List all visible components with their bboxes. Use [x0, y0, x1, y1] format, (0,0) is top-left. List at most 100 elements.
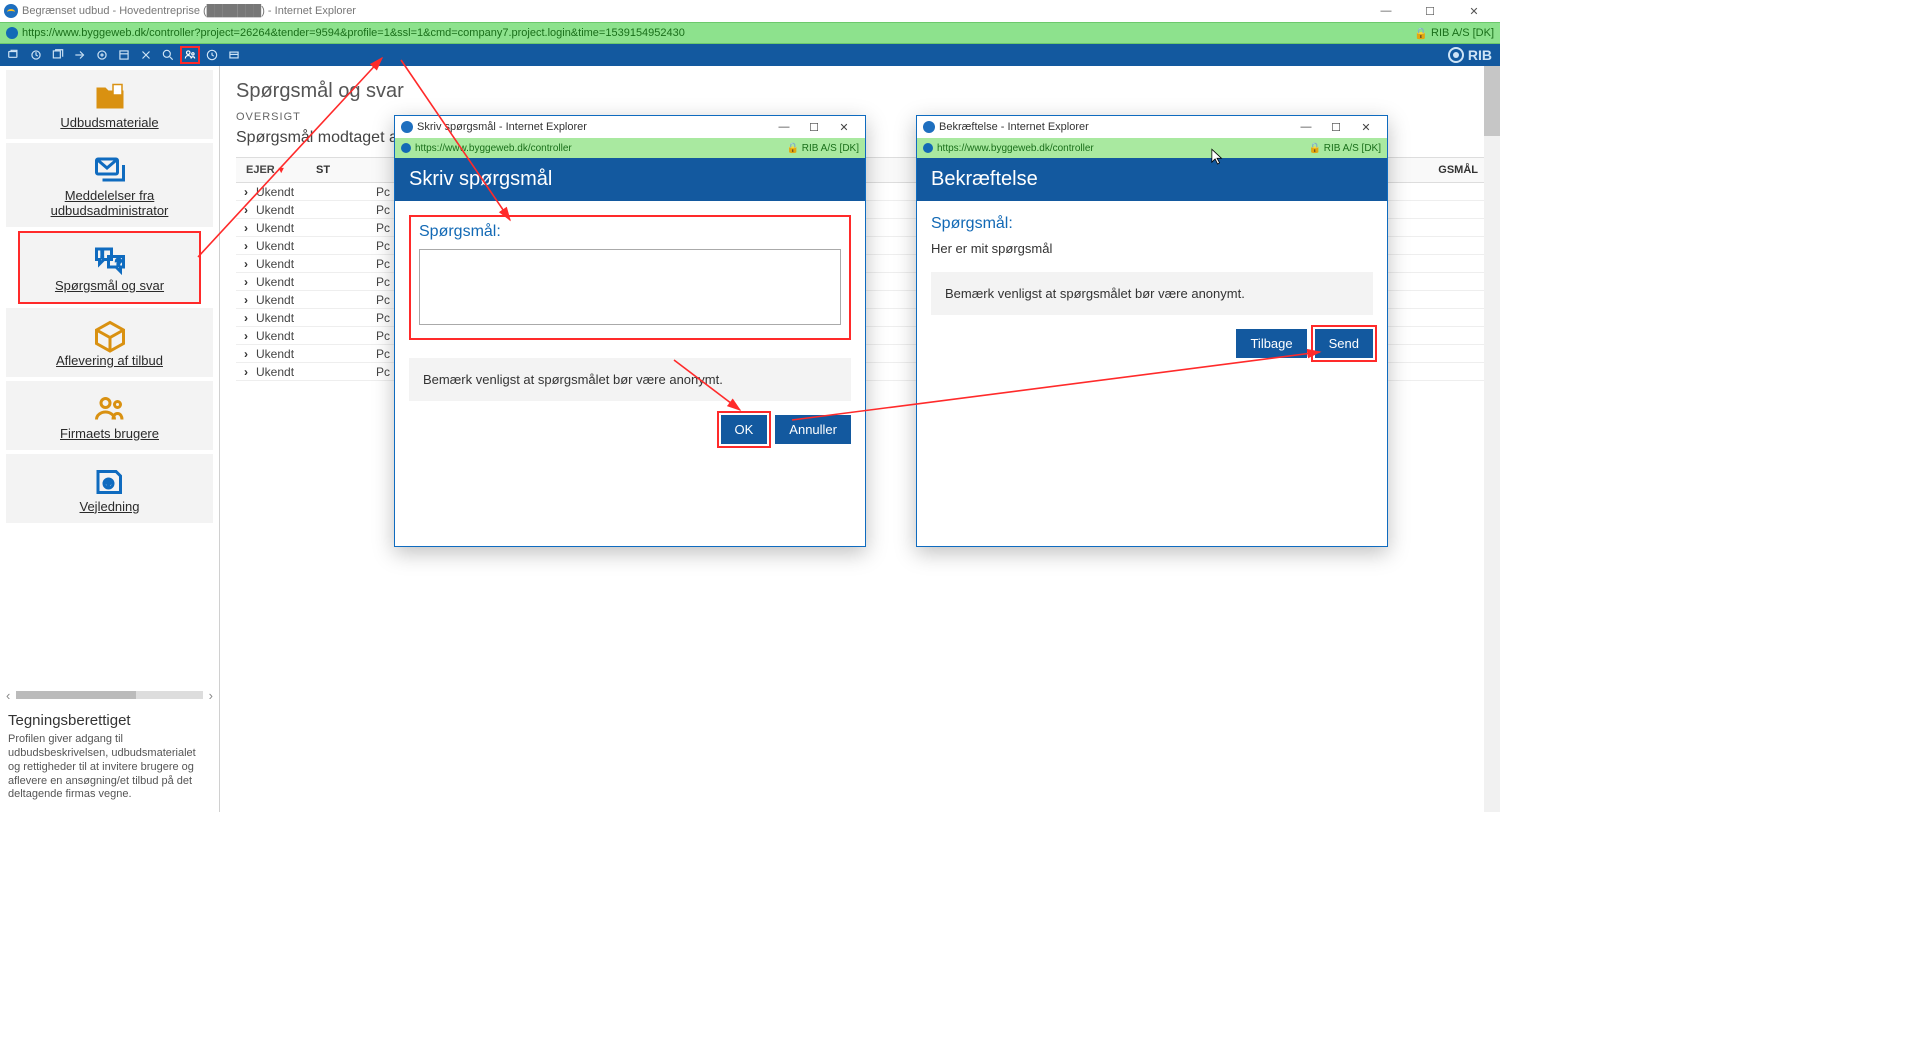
sidebar-item-5[interactable]: ? Vejledning: [6, 454, 213, 523]
expand-icon[interactable]: ›: [236, 365, 256, 379]
popup2-address-bar: https://www.byggeweb.dk/controller 🔒 RIB…: [917, 138, 1387, 158]
site-icon: [6, 27, 18, 39]
app-toolbar: RIB: [0, 44, 1500, 66]
popup2-sample-text: Her er mit spørgsmål: [931, 241, 1373, 256]
messages-icon: [92, 153, 128, 185]
toolbar-btn-1[interactable]: [4, 46, 24, 64]
question-input-frame: Spørgsmål:: [409, 215, 851, 340]
popup1-address-bar: https://www.byggeweb.dk/controller 🔒 RIB…: [395, 138, 865, 158]
expand-icon[interactable]: ›: [236, 203, 256, 217]
expand-icon[interactable]: ›: [236, 257, 256, 271]
main-vert-scroll[interactable]: [1484, 66, 1500, 812]
svg-text:?: ?: [106, 479, 110, 488]
site-icon: [923, 143, 933, 153]
expand-icon[interactable]: ›: [236, 275, 256, 289]
expand-icon[interactable]: ›: [236, 293, 256, 307]
cell-owner: Ukendt: [256, 203, 376, 217]
toolbar-btn-10[interactable]: [202, 46, 222, 64]
sidebar-item-label: Aflevering af tilbud: [12, 354, 207, 369]
popup2-close-button[interactable]: ✕: [1351, 117, 1381, 137]
users-icon: [92, 391, 128, 423]
cancel-button[interactable]: Annuller: [775, 415, 851, 444]
lock-icon: 🔒: [1309, 143, 1321, 154]
svg-text:?: ?: [116, 257, 121, 267]
popup-confirm: Bekræftelse - Internet Explorer — ☐ ✕ ht…: [916, 115, 1388, 547]
expand-icon[interactable]: ›: [236, 311, 256, 325]
package-icon: [92, 318, 128, 350]
svg-text:!: !: [101, 250, 104, 260]
page-title: Spørgsmål og svar: [220, 66, 1500, 107]
browser-titlebar: Begrænset udbud - Hovedentreprise (█████…: [0, 0, 1500, 22]
popup1-close-button[interactable]: ✕: [829, 117, 859, 137]
cell-owner: Ukendt: [256, 347, 376, 361]
sidebar-item-1[interactable]: Meddelelser fra udbudsadministrator: [6, 143, 213, 227]
sidebar: Udbudsmateriale Meddelelser fra udbudsadm…: [0, 66, 220, 812]
expand-icon[interactable]: ›: [236, 185, 256, 199]
toolbar-btn-7[interactable]: [136, 46, 156, 64]
popup1-min-button[interactable]: —: [769, 117, 799, 137]
back-button[interactable]: Tilbage: [1236, 329, 1306, 358]
sidebar-item-0[interactable]: Udbudsmateriale: [6, 70, 213, 139]
toolbar-btn-11[interactable]: [224, 46, 244, 64]
cell-owner: Ukendt: [256, 311, 376, 325]
maximize-button[interactable]: ☐: [1408, 1, 1452, 21]
sidebar-item-label: Vejledning: [12, 500, 207, 515]
cell-owner: Ukendt: [256, 293, 376, 307]
popup1-title: Skriv spørgsmål - Internet Explorer: [417, 121, 587, 133]
brand-icon: [1448, 47, 1464, 63]
close-button[interactable]: ✕: [1452, 1, 1496, 21]
popup2-header: Bekræftelse: [917, 158, 1387, 201]
ie-logo-icon: [4, 4, 18, 18]
help-icon: ?: [92, 464, 128, 496]
popup2-titlebar: Bekræftelse - Internet Explorer — ☐ ✕: [917, 116, 1387, 138]
expand-icon[interactable]: ›: [236, 221, 256, 235]
popup2-cert: RIB A/S [DK]: [1324, 143, 1381, 154]
url-text[interactable]: https://www.byggeweb.dk/controller?proje…: [22, 27, 1414, 39]
popup1-max-button[interactable]: ☐: [799, 117, 829, 137]
lock-icon: 🔒: [787, 143, 799, 154]
sidebar-item-3[interactable]: Aflevering af tilbud: [6, 308, 213, 377]
toolbar-btn-2[interactable]: [26, 46, 46, 64]
toolbar-btn-write-question[interactable]: [180, 46, 200, 64]
sidebar-item-label: Udbudsmateriale: [12, 116, 207, 131]
popup1-cert: RIB A/S [DK]: [802, 143, 859, 154]
scroll-left-icon[interactable]: ‹: [6, 688, 10, 703]
popup2-title: Bekræftelse - Internet Explorer: [939, 121, 1089, 133]
sidebar-horiz-scroll[interactable]: ‹ ›: [0, 688, 219, 702]
toolbar-btn-4[interactable]: [70, 46, 90, 64]
cell-owner: Ukendt: [256, 275, 376, 289]
cell-owner: Ukendt: [256, 365, 376, 379]
toolbar-btn-8[interactable]: [158, 46, 178, 64]
col-ejer[interactable]: EJER▼: [236, 164, 316, 176]
popup2-min-button[interactable]: —: [1291, 117, 1321, 137]
expand-icon[interactable]: ›: [236, 329, 256, 343]
question-textarea[interactable]: [419, 249, 841, 325]
brand: RIB: [1448, 47, 1492, 63]
popup2-max-button[interactable]: ☐: [1321, 117, 1351, 137]
cell-owner: Ukendt: [256, 239, 376, 253]
send-button[interactable]: Send: [1315, 329, 1373, 358]
mouse-cursor-icon: [1210, 148, 1224, 166]
toolbar-btn-3[interactable]: [48, 46, 68, 64]
cell-owner: Ukendt: [256, 185, 376, 199]
ok-button[interactable]: OK: [721, 415, 768, 444]
popup2-label: Spørgsmål:: [931, 215, 1373, 233]
folder-icon: [92, 80, 128, 112]
expand-icon[interactable]: ›: [236, 347, 256, 361]
sidebar-item-label: Meddelelser fra udbudsadministrator: [12, 189, 207, 219]
popup1-titlebar: Skriv spørgsmål - Internet Explorer — ☐ …: [395, 116, 865, 138]
sidebar-item-2[interactable]: !?Spørgsmål og svar: [18, 231, 201, 304]
popup1-header: Skriv spørgsmål: [395, 158, 865, 201]
minimize-button[interactable]: —: [1364, 1, 1408, 21]
cert-badge: 🔒RIB A/S [DK]: [1414, 27, 1494, 40]
sidebar-footer-text: Profilen giver adgang til udbudsbeskrive…: [0, 733, 219, 812]
sidebar-item-4[interactable]: Firmaets brugere: [6, 381, 213, 450]
sidebar-item-label: Firmaets brugere: [12, 427, 207, 442]
address-bar: https://www.byggeweb.dk/controller?proje…: [0, 22, 1500, 44]
expand-icon[interactable]: ›: [236, 239, 256, 253]
popup-write-question: Skriv spørgsmål - Internet Explorer — ☐ …: [394, 115, 866, 547]
popup1-notice: Bemærk venligst at spørgsmålet bør være …: [409, 358, 851, 401]
toolbar-btn-6[interactable]: [114, 46, 134, 64]
toolbar-btn-5[interactable]: [92, 46, 112, 64]
scroll-right-icon[interactable]: ›: [209, 688, 213, 703]
